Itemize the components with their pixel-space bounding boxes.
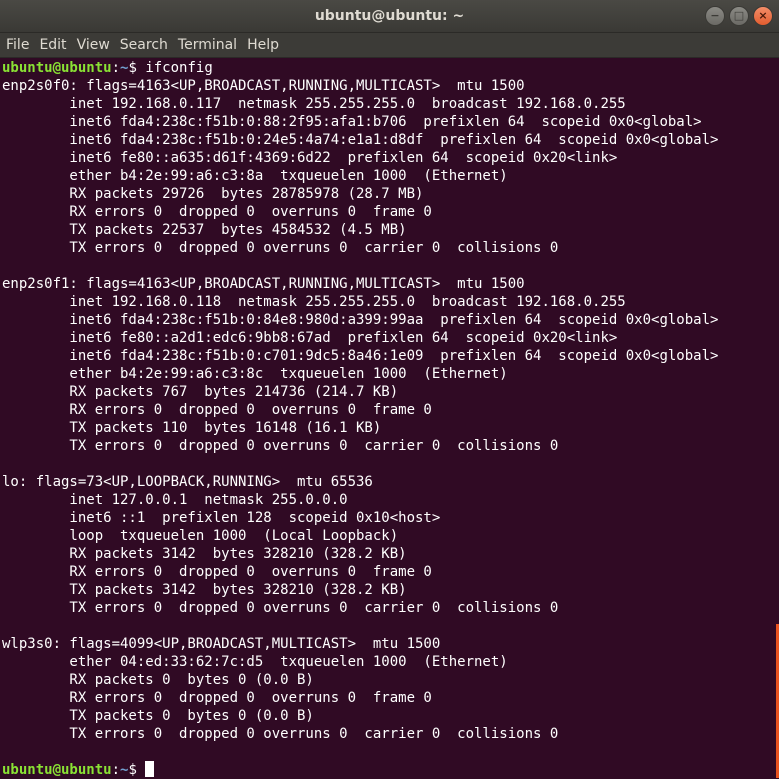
output-line: RX packets 3142 bytes 328210 (328.2 KB) [2,546,407,562]
output-line: loop txqueuelen 1000 (Local Loopback) [2,528,399,544]
output-line: inet6 fda4:238c:f51b:0:84e8:980d:a399:99… [2,312,719,328]
command-output: enp2s0f0: flags=4163<UP,BROADCAST,RUNNIN… [2,77,779,761]
output-line: RX packets 767 bytes 214736 (214.7 KB) [2,384,399,400]
output-line: inet6 fda4:238c:f51b:0:24e5:4a74:e1a1:d8… [2,132,719,148]
output-line: RX errors 0 dropped 0 overruns 0 frame 0 [2,564,432,580]
output-line: TX errors 0 dropped 0 overruns 0 carrier… [2,438,559,454]
prompt-colon: : [111,60,121,76]
output-line: ether 04:ed:33:62:7c:d5 txqueuelen 1000 … [2,654,508,670]
output-line: ether b4:2e:99:a6:c3:8c txqueuelen 1000 … [2,366,508,382]
output-line: enp2s0f1: flags=4163<UP,BROADCAST,RUNNIN… [2,276,525,292]
output-line: RX packets 29726 bytes 28785978 (28.7 MB… [2,186,424,202]
output-line: ether b4:2e:99:a6:c3:8a txqueuelen 1000 … [2,168,508,184]
text-cursor [145,761,155,777]
output-line: inet6 fe80::a635:d61f:4369:6d22 prefixle… [2,150,618,166]
output-line: inet6 fda4:238c:f51b:0:88:2f95:afa1:b706… [2,114,702,130]
terminal-area[interactable]: ubuntu@ubuntu:~$ ifconfig enp2s0f0: flag… [0,58,779,779]
command-text: ifconfig [145,60,213,76]
maximize-button[interactable]: □ [729,6,749,26]
menu-search[interactable]: Search [115,33,173,57]
output-line: RX errors 0 dropped 0 overruns 0 frame 0 [2,690,432,706]
menu-help[interactable]: Help [242,33,284,57]
menu-view[interactable]: View [72,33,115,57]
menu-bar: File Edit View Search Terminal Help [0,33,779,58]
menu-edit[interactable]: Edit [34,33,71,57]
current-prompt-line: ubuntu@ubuntu:~$ [2,761,779,779]
output-line: inet6 fda4:238c:f51b:0:c701:9dc5:8a46:1e… [2,348,719,364]
output-line: TX packets 3142 bytes 328210 (328.2 KB) [2,582,407,598]
output-line: RX errors 0 dropped 0 overruns 0 frame 0 [2,402,432,418]
close-button[interactable]: × [753,6,773,26]
prompt-symbol: $ [128,60,146,76]
command-line: ubuntu@ubuntu:~$ ifconfig [2,59,779,77]
menu-file[interactable]: File [1,33,34,57]
output-line: enp2s0f0: flags=4163<UP,BROADCAST,RUNNIN… [2,78,525,94]
output-line: TX errors 0 dropped 0 overruns 0 carrier… [2,240,559,256]
output-line: inet 127.0.0.1 netmask 255.0.0.0 [2,492,348,508]
prompt-user-host: ubuntu@ubuntu [2,60,112,76]
output-line: RX packets 0 bytes 0 (0.0 B) [2,672,314,688]
output-line: TX packets 110 bytes 16148 (16.1 KB) [2,420,382,436]
window-title: ubuntu@ubuntu: ~ [314,8,465,24]
output-line: RX errors 0 dropped 0 overruns 0 frame 0 [2,204,432,220]
window-controls: − □ × [705,6,773,26]
output-line: TX errors 0 dropped 0 overruns 0 carrier… [2,600,559,616]
output-line: inet 192.168.0.118 netmask 255.255.255.0… [2,294,626,310]
output-line: TX errors 0 dropped 0 overruns 0 carrier… [2,726,559,742]
terminal-window: ubuntu@ubuntu: ~ − □ × File Edit View Se… [0,0,779,779]
menu-terminal[interactable]: Terminal [173,33,242,57]
output-line: TX packets 22537 bytes 4584532 (4.5 MB) [2,222,407,238]
output-line: inet6 fe80::a2d1:edc6:9bb8:67ad prefixle… [2,330,618,346]
output-line: inet6 ::1 prefixlen 128 scopeid 0x10<hos… [2,510,441,526]
output-line: lo: flags=73<UP,LOOPBACK,RUNNING> mtu 65… [2,474,373,490]
output-line: wlp3s0: flags=4099<UP,BROADCAST,MULTICAS… [2,636,441,652]
title-bar[interactable]: ubuntu@ubuntu: ~ − □ × [0,0,779,33]
output-line: TX packets 0 bytes 0 (0.0 B) [2,708,314,724]
output-line: inet 192.168.0.117 netmask 255.255.255.0… [2,96,626,112]
minimize-button[interactable]: − [705,6,725,26]
